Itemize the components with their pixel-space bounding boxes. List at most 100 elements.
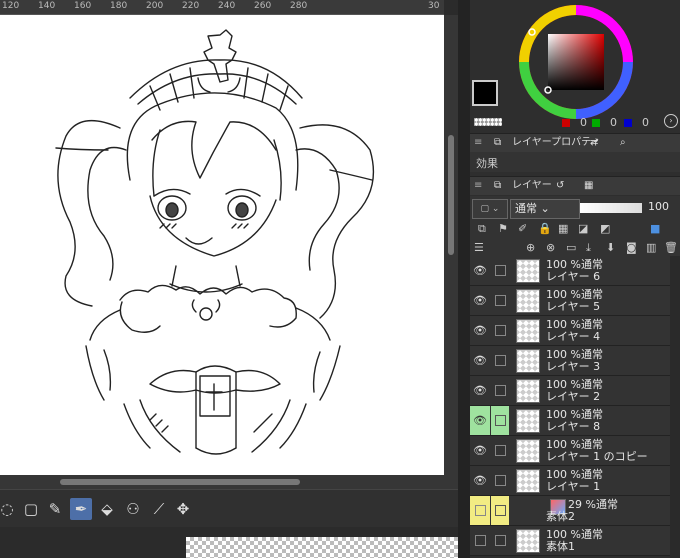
layer-color-dropdown[interactable]: ▢ ⌄ [472,199,508,219]
eye-icon[interactable]: 👁 [470,436,490,465]
ruler-label: 120 [2,1,20,11]
lock-toggle-icon[interactable] [491,286,509,315]
hidden-toggle-icon[interactable] [470,496,490,525]
layer-thumbnail [516,439,540,463]
effect-row: 効果 [470,152,680,172]
lock-toggle-icon[interactable] [491,496,509,525]
ruler-add-icon[interactable]: ▥ [646,241,656,254]
move-icon[interactable]: ✥ [172,498,194,520]
lock-alpha-icon[interactable]: ▦ [558,222,568,235]
blend-mode-select[interactable]: 通常 ⌄ [510,199,580,219]
opacity-value[interactable]: 100 [648,200,669,213]
pen-icon[interactable]: ✎ [44,498,66,520]
tab-search-icon[interactable]: ⌕ [620,134,626,152]
lock-toggle-icon[interactable] [491,376,509,405]
green-channel-icon [592,119,600,127]
eye-icon[interactable]: 👁 [470,346,490,375]
right-panel: 0 0 0 › ≡ ⧉ レイヤープロパティ ⇄ ⌕ 効果 ≡ ⧉ レイヤー ↺ … [470,0,680,558]
blue-channel-icon [624,119,632,127]
tab-history-icon[interactable]: ↺ [556,177,564,195]
lock-toggle-icon[interactable] [491,406,509,435]
layer-name: レイヤー 4 [546,330,601,343]
lock-toggle-icon[interactable] [491,436,509,465]
new-raster-layer-icon[interactable]: ⊕ [526,241,535,254]
layer-list-scrollbar[interactable] [670,256,680,558]
delete-layer-icon[interactable]: 🗑 [664,241,678,254]
scrollbar-thumb[interactable] [60,479,300,485]
reference-icon[interactable]: ⚑ [498,222,508,235]
blend-mode-value: 通常 [515,202,537,215]
tab-layer-property[interactable]: レイヤープロパティ [512,134,601,152]
ruler-label: 240 [218,1,236,11]
lock-toggle-icon[interactable] [491,316,509,345]
lock-toggle-icon[interactable] [491,466,509,495]
stamp-icon[interactable]: ⚇ [122,498,144,520]
layer-row[interactable]: 👁 100 %通常 レイヤー 1 [470,466,670,496]
red-value: 0 [580,116,587,129]
layer-row[interactable]: 👁 100 %通常 レイヤー 1 のコピー [470,436,670,466]
ruler-label: 30 [428,1,440,11]
color-wheel-panel: 0 0 0 › [470,0,680,132]
eye-icon[interactable]: 👁 [470,406,490,435]
panel-toggle-icon[interactable]: ☰ [474,241,484,254]
eye-icon[interactable]: 👁 [470,376,490,405]
tab-layer[interactable]: レイヤー [512,177,552,195]
eye-icon[interactable]: 👁 [470,316,490,345]
pen-active-icon[interactable]: ✒ [70,498,92,520]
eye-icon[interactable]: 👁 [470,466,490,495]
layer-name: レイヤー 1 [546,480,601,493]
clip-icon[interactable]: ⧉ [478,222,486,236]
palette-color-icon[interactable]: ◩ [600,222,610,235]
tab-secondary-icon[interactable]: ⇄ [590,134,598,152]
transfer-down-icon[interactable]: ⤓ [586,241,591,255]
lasso-icon[interactable]: ◌ [0,498,18,520]
mask-icon[interactable]: ◪ [578,222,588,235]
layer-row[interactable]: 👁 100 %通常 レイヤー 5 [470,286,670,316]
layer-row[interactable]: 👁 100 %通常 レイヤー 6 [470,256,670,286]
expand-arrow-icon[interactable]: › [664,114,678,128]
layer-color-icon[interactable]: ■ [650,222,660,235]
lock-toggle-icon[interactable] [491,256,509,285]
menu-icon[interactable]: ≡ [474,134,482,152]
eye-icon[interactable]: 👁 [470,256,490,285]
eye-icon[interactable]: 👁 [470,286,490,315]
new-folder-icon[interactable]: ▭ [566,241,576,254]
layer-name: レイヤー 1 のコピー [546,450,648,463]
layer-row[interactable]: 100 %通常 素体1 [470,526,670,556]
layer-row[interactable]: 👁 100 %通常 レイヤー 8 [470,406,670,436]
layer-row[interactable]: 29 %通常 素体2 [470,496,670,526]
rect-select-icon[interactable]: ▢ [20,498,42,520]
brush-icon[interactable]: ⟋ [148,498,170,520]
layer-row[interactable]: 👁 100 %通常 レイヤー 4 [470,316,670,346]
lock-toggle-icon[interactable] [491,346,509,375]
ruler-label: 200 [146,1,164,11]
menu-icon[interactable]: ≡ [474,177,482,195]
canvas-vertical-scrollbar[interactable] [444,15,458,475]
transparent-color-swatch[interactable] [474,118,502,126]
panel-divider [458,0,470,558]
fill-icon[interactable]: ⬙ [96,498,118,520]
draft-icon[interactable]: ✐ [518,222,527,235]
color-wheel-icon[interactable] [518,4,634,120]
layer-row[interactable]: 👁 100 %通常 レイヤー 3 [470,346,670,376]
tab-navigator-icon[interactable]: ▦ [584,177,593,195]
drawing-canvas[interactable] [0,15,444,475]
scrollbar-thumb[interactable] [448,135,454,255]
lock-toggle-icon[interactable] [491,526,509,555]
merge-icon[interactable]: ⬇ [606,241,615,254]
layer-thumbnail [516,289,540,313]
main-color-swatch[interactable] [472,80,498,106]
lock-icon[interactable]: 🔒 [538,222,552,235]
hidden-toggle-icon[interactable] [470,526,490,555]
layer-property-icon: ⧉ [494,137,502,148]
layer-name: レイヤー 6 [546,270,601,283]
new-vector-layer-icon[interactable]: ⊗ [546,241,555,254]
mask-add-icon[interactable]: ◙ [626,241,637,254]
ruler-label: 180 [110,1,128,11]
layer-row[interactable]: 👁 100 %通常 レイヤー 2 [470,376,670,406]
layer-name: 素体1 [546,540,575,553]
opacity-slider[interactable] [580,203,642,213]
canvas-horizontal-scrollbar[interactable] [0,475,458,489]
layer-opacity-mode: 29 %通常 [568,498,618,511]
bottom-strip [0,527,458,558]
